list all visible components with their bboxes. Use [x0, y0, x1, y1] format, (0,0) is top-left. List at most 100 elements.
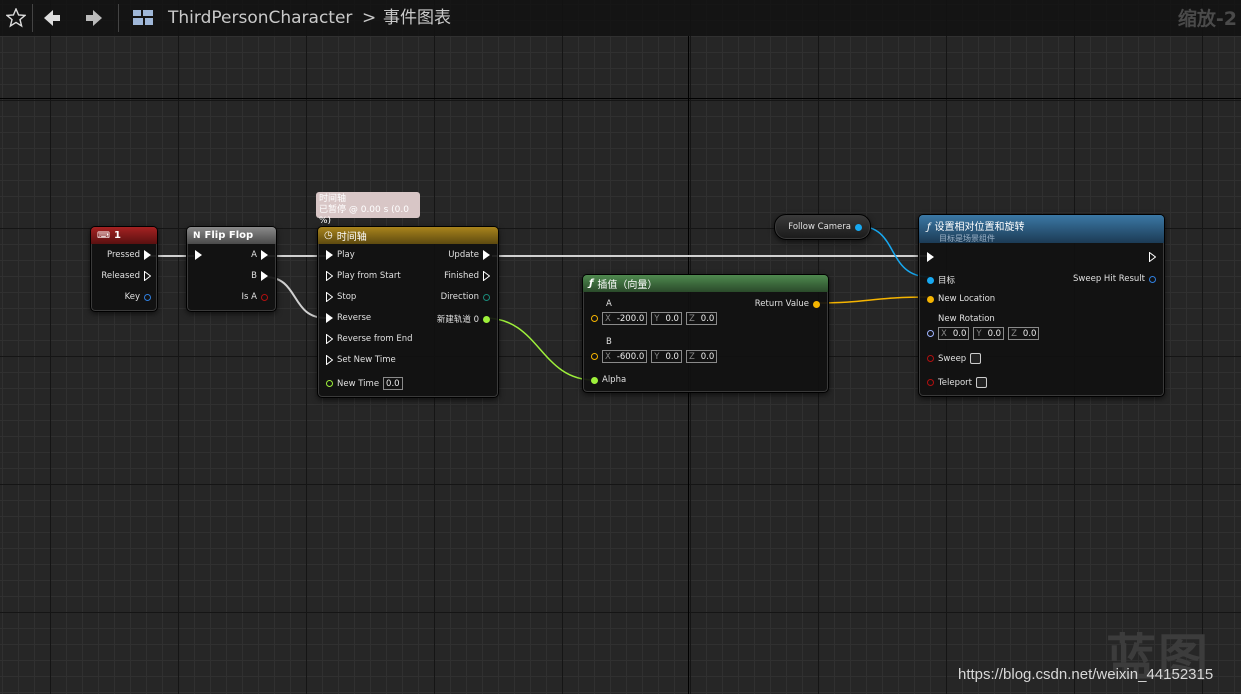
object-pin-icon[interactable] [927, 276, 934, 284]
exec-pin-icon[interactable] [144, 250, 151, 260]
teleport-checkbox[interactable] [976, 377, 987, 388]
exec-pin-hollow-icon[interactable] [1149, 252, 1156, 262]
exec-pin-icon[interactable] [261, 250, 268, 260]
a-y-input[interactable]: Y 0.0 [651, 312, 682, 325]
vector-pin-icon[interactable] [927, 295, 934, 303]
exec-pin-hollow-icon[interactable] [326, 334, 333, 344]
pin-a[interactable]: A [251, 250, 268, 260]
pin-reverse-from-end[interactable]: Reverse from End [326, 334, 413, 344]
pin-label: Key [124, 292, 140, 302]
pin-set-exec-out[interactable] [1149, 252, 1156, 262]
clock-icon: ◷ [324, 230, 333, 241]
follow-camera-node[interactable]: Follow Camera [774, 214, 871, 240]
pin-sweep-hit-result[interactable]: Sweep Hit Result [1073, 274, 1156, 284]
b-x-input[interactable]: X -600.0 [602, 350, 648, 363]
pin-play[interactable]: Play [326, 250, 355, 260]
object-pin-icon[interactable] [855, 223, 862, 231]
wire-track-alpha [484, 317, 595, 381]
pin-stop[interactable]: Stop [326, 292, 356, 302]
struct-pin-icon[interactable] [1149, 275, 1156, 283]
exec-pin-hollow-icon[interactable] [483, 271, 490, 281]
rot-y-input[interactable]: Y 0.0 [973, 327, 1005, 340]
bool-pin-icon[interactable] [261, 293, 268, 301]
pin-update[interactable]: Update [448, 250, 490, 260]
vector-pin-icon[interactable] [591, 353, 598, 360]
key-event-node[interactable]: ⌨ 1 Pressed Released Key [90, 226, 158, 312]
a-z-input[interactable]: Z 0.0 [685, 312, 718, 325]
exec-pin-icon[interactable] [927, 252, 934, 262]
pin-target[interactable]: 目标 [927, 274, 955, 286]
struct-pin-icon[interactable] [144, 293, 151, 301]
exec-pin-hollow-icon[interactable] [326, 271, 333, 281]
pin-lerp-a[interactable]: X -200.0 Y 0.0 Z 0.0 [591, 312, 718, 325]
pin-b[interactable]: B [251, 271, 268, 281]
vector-pin-icon[interactable] [813, 300, 820, 308]
float-pin-icon[interactable] [326, 380, 333, 387]
bool-pin-icon[interactable] [927, 379, 934, 386]
back-arrow-icon[interactable] [40, 6, 64, 30]
flip-flop-node[interactable]: Ν Flip Flop A B Is A [186, 226, 277, 312]
exec-pin-icon[interactable] [195, 250, 202, 260]
sweep-checkbox[interactable] [970, 353, 982, 364]
pin-new-location[interactable]: New Location [927, 294, 995, 304]
exec-pin-icon[interactable] [483, 250, 490, 260]
lerp-header[interactable]: ƒ 插值（向量） [583, 275, 828, 292]
pin-follow-camera[interactable]: Follow Camera [788, 222, 862, 232]
pin-lerp-b[interactable]: X -600.0 Y 0.0 Z 0.0 [591, 350, 718, 363]
pin-teleport[interactable]: Teleport [927, 377, 987, 388]
pin-label: Follow Camera [788, 222, 851, 232]
pin-key[interactable]: Key [125, 292, 151, 302]
pin-label: Play from Start [337, 271, 401, 281]
pin-label: New Rotation [938, 314, 995, 324]
star-icon[interactable] [4, 6, 28, 30]
exec-pin-hollow-icon[interactable] [326, 292, 333, 302]
breadcrumb-blueprint[interactable]: ThirdPersonCharacter [168, 6, 352, 30]
vector-pin-icon[interactable] [591, 315, 598, 322]
pin-finished[interactable]: Finished [444, 271, 490, 281]
exec-pin-hollow-icon[interactable] [326, 355, 333, 365]
bool-pin-icon[interactable] [927, 355, 934, 362]
exec-pin-icon[interactable] [326, 250, 333, 260]
pin-alpha[interactable]: Alpha [591, 375, 626, 385]
breadcrumb-graph[interactable]: 事件图表 [383, 6, 451, 30]
pin-lerp-b-label: B [591, 337, 612, 347]
set-node-header[interactable]: ƒ 设置相对位置和旋转 目标是场景组件 [919, 215, 1164, 243]
forward-arrow-icon[interactable] [82, 6, 106, 30]
pin-sweep[interactable]: Sweep [927, 353, 982, 364]
set-relative-location-rotation-node[interactable]: ƒ 设置相对位置和旋转 目标是场景组件 目标 Sweep Hit Result N… [918, 214, 1165, 397]
pin-direction[interactable]: Direction [441, 292, 490, 302]
exec-pin-icon[interactable] [261, 271, 268, 281]
pin-play-from-start[interactable]: Play from Start [326, 271, 401, 281]
pin-lerp-a-label: A [591, 299, 612, 309]
key-node-header[interactable]: ⌨ 1 [91, 227, 157, 244]
pin-is-a[interactable]: Is A [242, 292, 268, 302]
timeline-node[interactable]: ◷ 时间轴 Play Play from Start Stop Reverse … [317, 226, 499, 398]
rot-z-input[interactable]: Z 0.0 [1008, 327, 1040, 340]
exec-pin-hollow-icon[interactable] [144, 271, 151, 281]
pin-new-rotation[interactable]: X 0.0 Y 0.0 Z 0.0 [927, 327, 1040, 340]
pin-released[interactable]: Released [101, 271, 151, 281]
a-x-value: -200.0 [616, 313, 645, 324]
pin-reverse[interactable]: Reverse [326, 313, 371, 323]
pin-new-time[interactable]: New Time 0.0 [326, 377, 403, 390]
b-z-input[interactable]: Z 0.0 [685, 350, 718, 363]
a-x-input[interactable]: X -200.0 [602, 312, 648, 325]
lerp-vector-node[interactable]: ƒ 插值（向量） A X -200.0 Y 0.0 Z 0.0 B X -600.0 Y… [582, 274, 829, 393]
pin-set-exec-in[interactable] [927, 252, 934, 262]
pin-pressed[interactable]: Pressed [107, 250, 151, 260]
pin-flipflop-exec-in[interactable] [195, 250, 202, 260]
rot-x-input[interactable]: X 0.0 [938, 327, 970, 340]
flip-flop-header[interactable]: Ν Flip Flop [187, 227, 276, 244]
exec-pin-icon[interactable] [326, 313, 333, 323]
timeline-header[interactable]: ◷ 时间轴 [318, 227, 498, 244]
pin-new-track-0[interactable]: 新建轨道 0 [437, 313, 490, 325]
b-y-input[interactable]: Y 0.0 [651, 350, 682, 363]
float-pin-icon[interactable] [591, 376, 598, 384]
enum-pin-icon[interactable] [483, 293, 490, 301]
pin-label: Play [337, 250, 355, 260]
pin-return-value[interactable]: Return Value [755, 299, 820, 309]
pin-set-new-time[interactable]: Set New Time [326, 355, 396, 365]
rotator-pin-icon[interactable] [927, 330, 934, 337]
new-time-input[interactable]: 0.0 [383, 377, 403, 390]
float-pin-icon[interactable] [483, 315, 490, 323]
